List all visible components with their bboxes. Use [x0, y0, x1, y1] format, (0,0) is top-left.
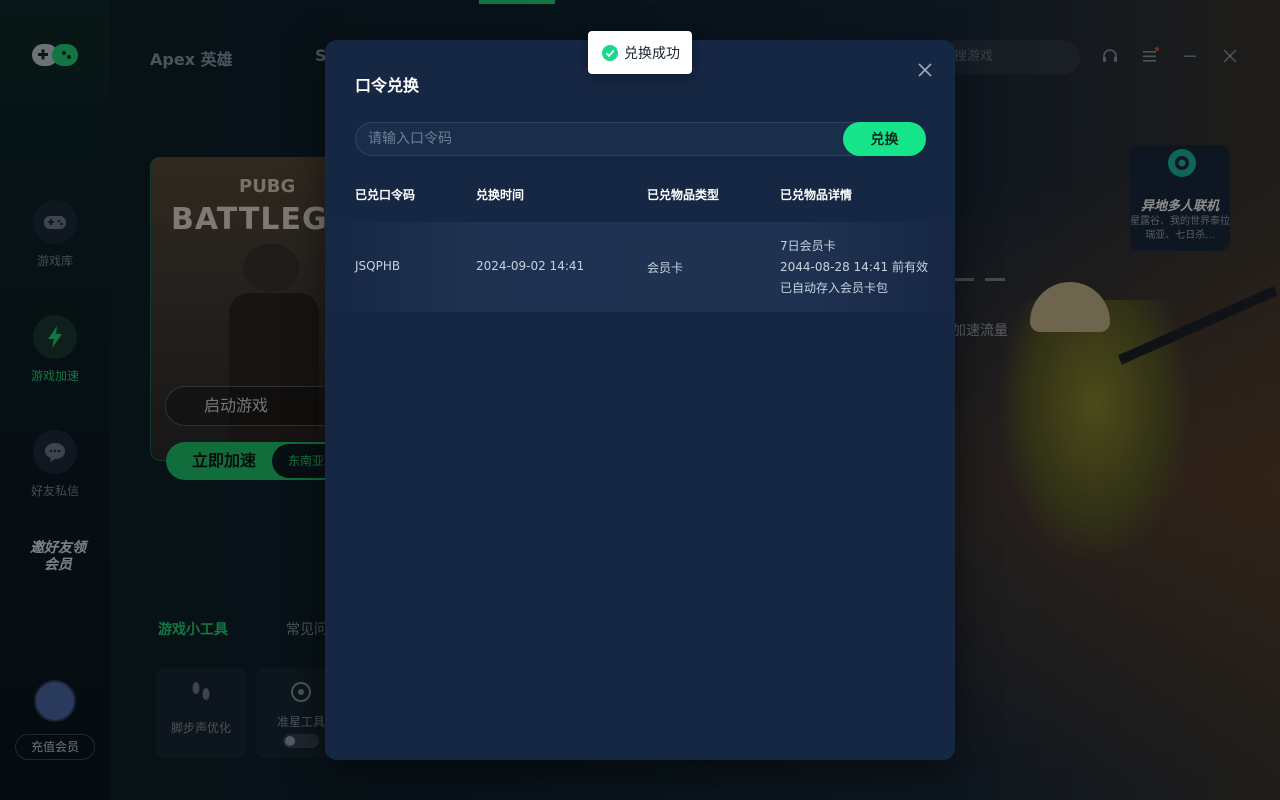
code-input-group: 兑换: [355, 122, 926, 156]
cell-code: JSQPHB: [355, 259, 401, 273]
code-input[interactable]: [356, 123, 846, 155]
toast-text: 兑换成功: [624, 45, 680, 62]
column-header-detail: 已兑物品详情: [780, 188, 853, 202]
detail-line: 已自动存入会员卡包: [780, 281, 889, 295]
column-header-type: 已兑物品类型: [647, 188, 720, 202]
close-icon[interactable]: [915, 60, 935, 80]
check-circle-icon: [602, 44, 618, 61]
redeem-button[interactable]: 兑换: [843, 122, 926, 156]
dialog-title: 口令兑换: [355, 76, 420, 95]
cell-detail: 7日会员卡 2044-08-28 14:41 前有效 已自动存入会员卡包: [780, 236, 928, 299]
column-header-time: 兑换时间: [476, 188, 525, 202]
column-header-code: 已兑口令码: [355, 188, 416, 202]
table-row: JSQPHB 2024-09-02 14:41 会员卡 7日会员卡 2044-0…: [325, 222, 955, 312]
detail-line: 7日会员卡: [780, 239, 836, 253]
cell-type: 会员卡: [647, 261, 684, 275]
success-toast: 兑换成功: [588, 31, 692, 74]
redeem-code-dialog: 口令兑换 兑换 已兑口令码 兑换时间 已兑物品类型 已兑物品详情 JSQPHB …: [325, 40, 955, 760]
detail-line: 2044-08-28 14:41 前有效: [780, 260, 928, 274]
cell-time: 2024-09-02 14:41: [476, 259, 585, 273]
